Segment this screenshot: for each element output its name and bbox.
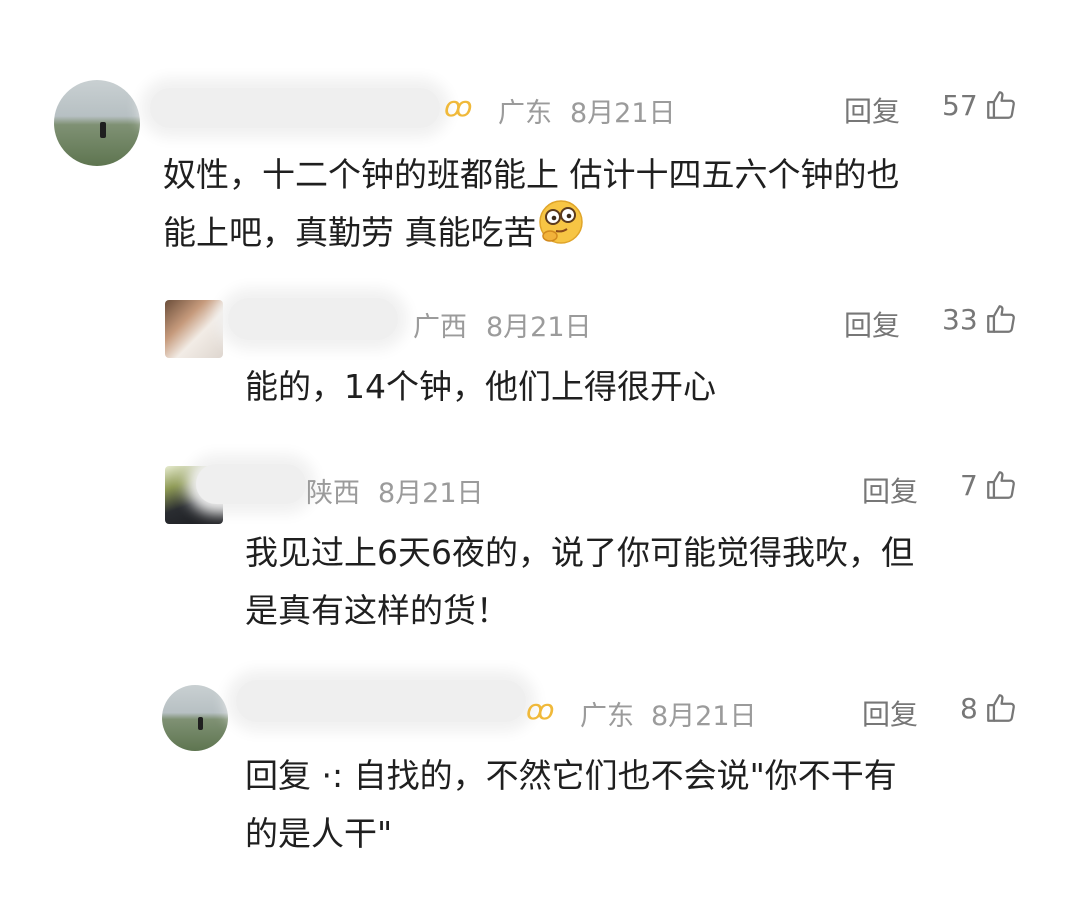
comment-text-line: 我见过上6天6夜的，说了你可能觉得我吹，但 (245, 533, 914, 572)
reply-button[interactable]: 回复 (844, 90, 900, 130)
blurred-username[interactable] (236, 680, 526, 722)
comment-date: 8月21日 (378, 478, 484, 509)
reply-button[interactable]: 回复 (862, 470, 918, 510)
comment-text-line: 能的，14个钟，他们上得很开心 (245, 367, 716, 406)
like-button[interactable]: 7 (960, 468, 1018, 502)
like-button[interactable]: 33 (942, 302, 1018, 336)
like-button[interactable]: 8 (960, 691, 1018, 725)
comment-region: 广东 (498, 98, 552, 129)
reply-button[interactable]: 回复 (844, 304, 900, 344)
comment-region: 广东 (580, 701, 634, 732)
comment-region: 陕西 (306, 478, 360, 509)
like-button[interactable]: 57 (942, 88, 1018, 122)
comment-region: 广西 (413, 312, 467, 343)
avatar[interactable] (54, 80, 140, 166)
thumbs-up-icon (986, 91, 1015, 119)
comment-date: 8月21日 (570, 98, 676, 129)
comment-text: 奴性，十二个钟的班都能上 估计十四五六个钟的也 能上吧，真勤劳 真能吃苦 (163, 146, 900, 264)
like-count: 57 (942, 88, 978, 122)
thinking-glasses-emoji-icon (537, 198, 585, 264)
comment-date: 8月21日 (486, 312, 592, 343)
comment-date: 8月21日 (651, 701, 757, 732)
comment-text: 我见过上6天6夜的，说了你可能觉得我吹，但 是真有这样的货！ (245, 524, 914, 640)
badge-icon: ꝏ (526, 693, 555, 726)
like-count: 33 (942, 302, 978, 336)
avatar[interactable] (165, 300, 223, 358)
like-count: 8 (960, 691, 978, 725)
like-count: 7 (960, 468, 978, 502)
reply-button[interactable]: 回复 (862, 693, 918, 733)
avatar[interactable] (162, 685, 228, 751)
comment-text-line: 奴性，十二个钟的班都能上 估计十四五六个钟的也 (163, 155, 900, 194)
comment-text: 回复 ·: 自找的，不然它们也不会说"你不干有 的是人干" (245, 747, 897, 863)
blurred-username[interactable] (228, 298, 398, 340)
badge-icon: ꝏ (444, 90, 473, 123)
blurred-username[interactable] (150, 88, 440, 128)
comment-text-line: 是真有这样的货！ (245, 591, 509, 630)
blurred-username[interactable] (196, 464, 306, 504)
comment-text-line: 的是人干" (245, 814, 393, 853)
comment-text: 能的，14个钟，他们上得很开心 (245, 358, 716, 416)
comment-text-line-2: 能上吧，真勤劳 真能吃苦 (163, 199, 900, 264)
thumbs-up-icon (986, 694, 1015, 722)
comment-text-line: 回复 ·: 自找的，不然它们也不会说"你不干有 (245, 756, 897, 795)
thumbs-up-icon (986, 305, 1015, 333)
comment-text-line: 能上吧，真勤劳 真能吃苦 (163, 213, 537, 252)
thumbs-up-icon (986, 471, 1015, 499)
